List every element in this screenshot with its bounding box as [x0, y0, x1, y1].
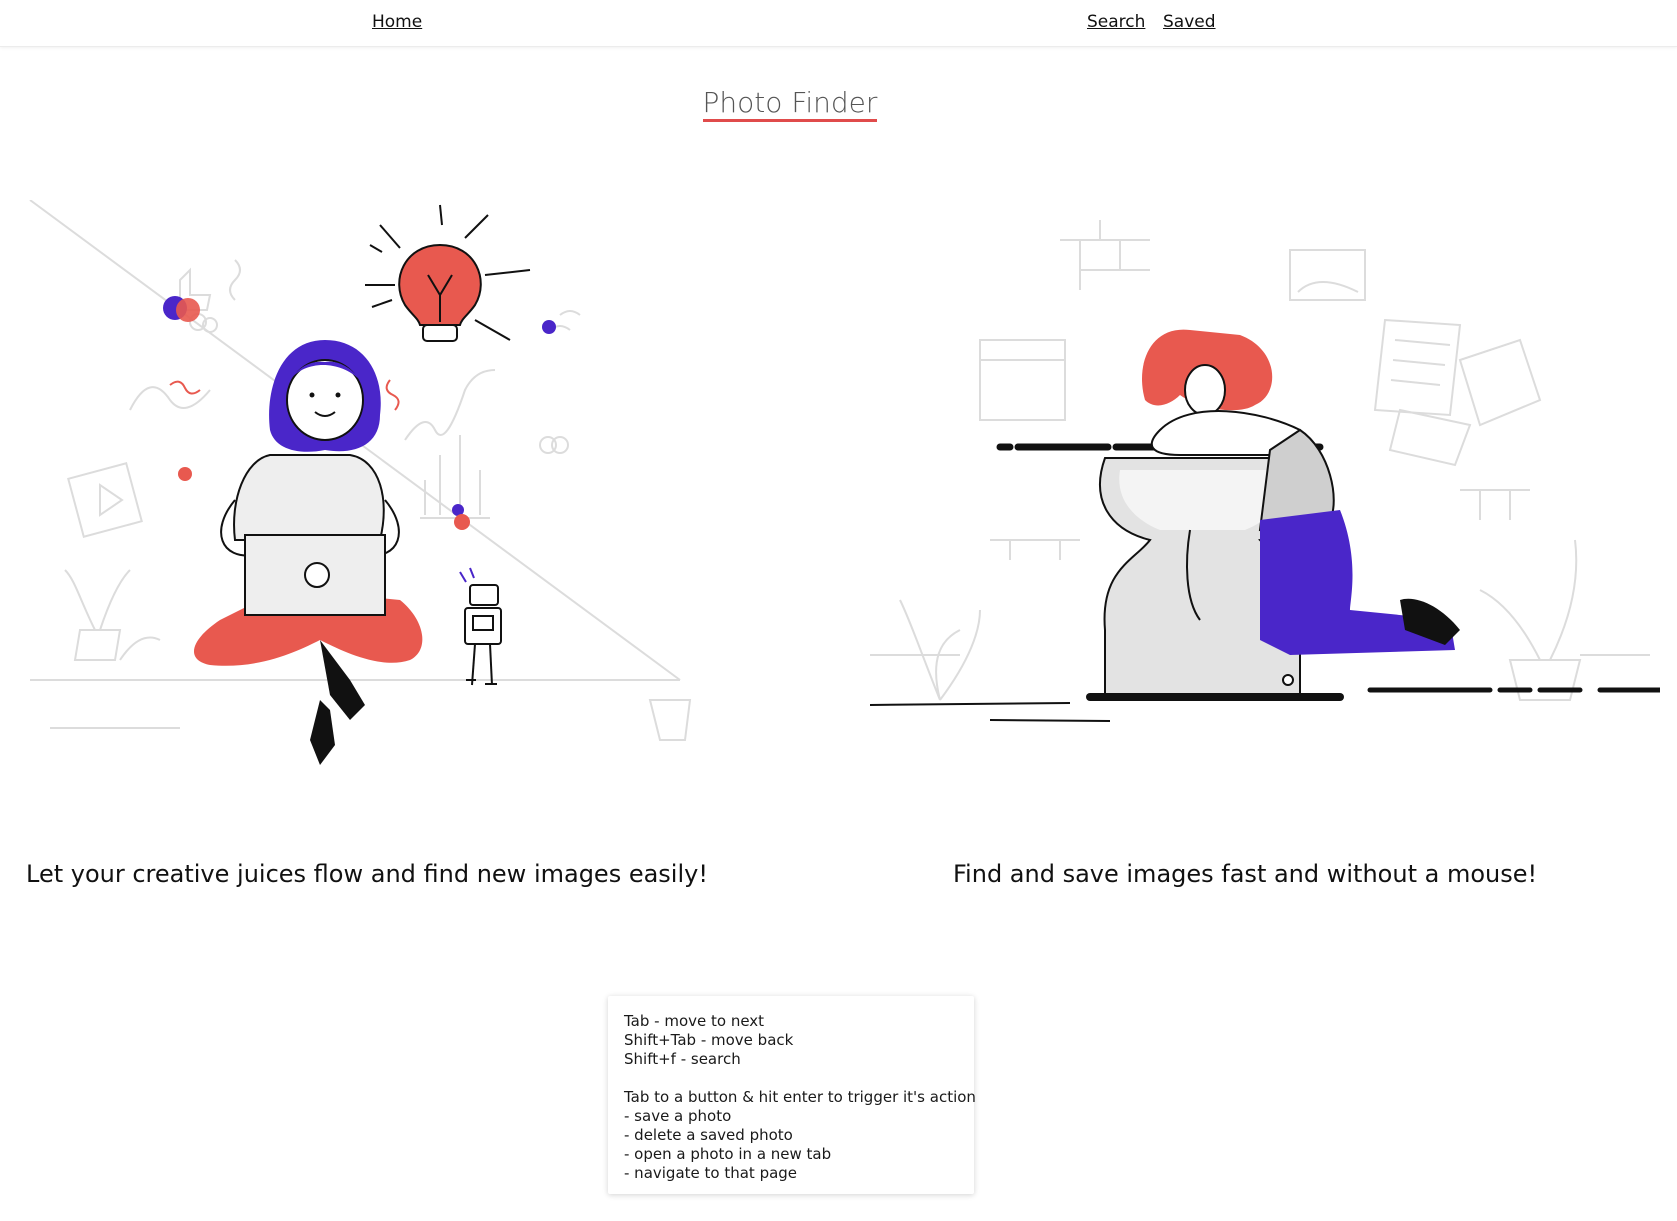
- nav-search-link[interactable]: Search: [1087, 12, 1145, 32]
- help-action-open: - open a photo in a new tab: [624, 1145, 832, 1163]
- nav-home-link[interactable]: Home: [372, 12, 422, 32]
- help-spacer: [624, 1069, 974, 1088]
- right-tagline: Find and save images fast and without a …: [953, 860, 1538, 888]
- page-title-text: Photo Finder: [702, 87, 878, 122]
- top-navigation: Home Search Saved: [0, 0, 1677, 47]
- help-key-back: Shift+Tab - move back: [624, 1031, 794, 1049]
- help-key-next: Tab - move to next: [624, 1012, 765, 1030]
- help-intro: Tab to a button & hit enter to trigger i…: [624, 1088, 976, 1106]
- creative-woman-illustration: [29, 200, 692, 765]
- help-action-navigate: - navigate to that page: [624, 1164, 798, 1182]
- help-key-search: Shift+f - search: [624, 1050, 741, 1068]
- help-action-save: - save a photo: [624, 1107, 732, 1125]
- left-tagline: Let your creative juices flow and find n…: [26, 860, 708, 888]
- keyboard-help-panel: Tab - move to next Shift+Tab - move back…: [608, 996, 976, 1194]
- page-title: Photo Finder: [0, 86, 1580, 122]
- help-action-delete: - delete a saved photo: [624, 1126, 793, 1144]
- nav-saved-link[interactable]: Saved: [1163, 12, 1216, 32]
- hourglass-woman-illustration: [869, 220, 1660, 722]
